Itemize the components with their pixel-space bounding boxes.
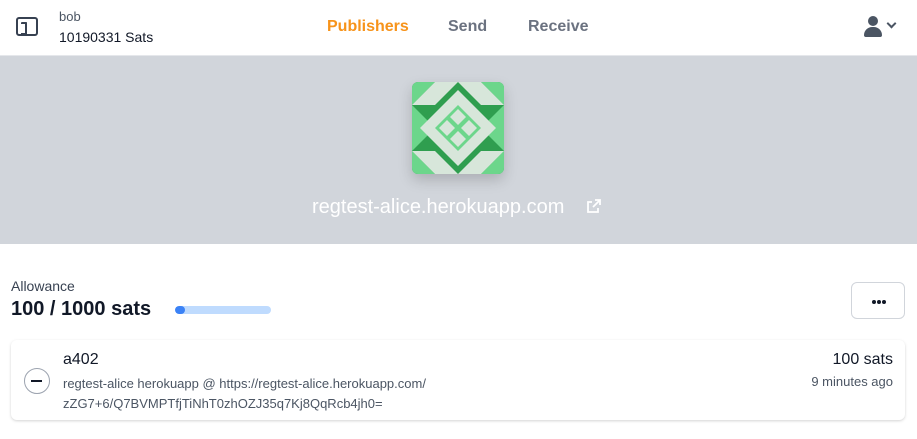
user-menu-button[interactable] xyxy=(862,14,902,42)
ellipsis-icon xyxy=(872,300,876,304)
allowance-label: Allowance xyxy=(11,278,75,294)
nav-send[interactable]: Send xyxy=(448,18,487,36)
allowance-value: 100 / 1000 sats xyxy=(11,298,152,320)
publisher-avatar xyxy=(412,82,504,174)
payment-time: 9 minutes ago xyxy=(811,374,893,389)
payment-title: a402 xyxy=(63,351,99,368)
external-link-icon[interactable] xyxy=(586,198,602,214)
account-name: bob xyxy=(59,9,81,24)
user-icon xyxy=(864,16,882,38)
allowance-progress-bar xyxy=(175,306,271,314)
account-balance: 10190331 Sats xyxy=(59,29,154,45)
top-bar: bob 10190331 Sats Publishers Send Receiv… xyxy=(0,0,917,56)
payment-description: regtest-alice herokuapp @ https://regtes… xyxy=(63,376,426,411)
nav-publishers[interactable]: Publishers xyxy=(327,18,409,36)
chevron-down-icon xyxy=(886,18,897,29)
payment-amount: 100 sats xyxy=(832,351,893,368)
minus-circle-icon xyxy=(24,368,50,394)
nav-receive[interactable]: Receive xyxy=(528,18,589,36)
allowance-progress-fill xyxy=(175,306,185,314)
publisher-hero: regtest-alice.herokuapp.com xyxy=(0,56,917,244)
identicon-icon xyxy=(412,82,504,174)
more-options-button[interactable] xyxy=(851,282,905,319)
wallet-icon[interactable] xyxy=(16,17,38,36)
publisher-name-link[interactable]: regtest-alice.herokuapp.com xyxy=(312,196,564,219)
payment-list-item: a402 regtest-alice herokuapp @ https://r… xyxy=(11,340,905,420)
